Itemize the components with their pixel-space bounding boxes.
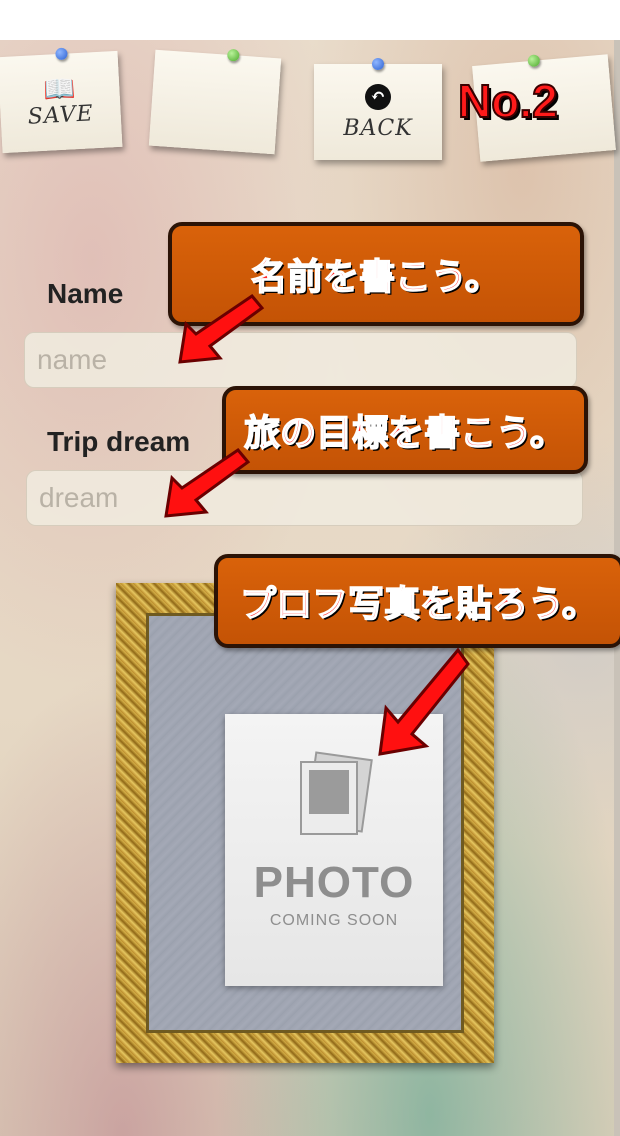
- photo-subtitle: COMING SOON: [269, 912, 399, 929]
- arrow-icon: [378, 647, 470, 756]
- save-label: SAVE: [27, 100, 95, 130]
- photo-stack-icon: [300, 751, 373, 835]
- book-icon: 📖: [42, 73, 77, 106]
- back-label: BACK: [343, 115, 413, 141]
- back-arrow-icon: ↶: [365, 83, 391, 110]
- photo-title: PHOTO: [253, 858, 415, 907]
- app-screen: 📖 SAVE ↶ BACK No.2 Name name Trip dream …: [0, 40, 620, 1136]
- name-field[interactable]: name: [24, 332, 577, 388]
- arrow-icon: [164, 447, 251, 518]
- name-hint-text: 名前を書こう。: [250, 256, 501, 299]
- back-button[interactable]: ↶ BACK: [314, 58, 442, 160]
- pin-icon: [372, 58, 384, 70]
- photo-hint-text: プロフ写真を貼ろう。: [239, 583, 598, 626]
- blank-note: [148, 48, 282, 155]
- page-number: No.2: [457, 74, 559, 128]
- arrow-icon: [178, 293, 265, 364]
- dream-hint-banner: 旅の目標を書こう。: [222, 386, 588, 474]
- dream-hint-text: 旅の目標を書こう。: [243, 412, 566, 455]
- pin-icon: [527, 54, 541, 68]
- name-label: Name: [47, 278, 124, 309]
- pin-icon: [55, 47, 68, 61]
- dream-field[interactable]: dream: [26, 470, 583, 526]
- photo-hint-banner: プロフ写真を貼ろう。: [214, 554, 620, 648]
- pin-icon: [226, 48, 240, 62]
- save-button[interactable]: 📖 SAVE: [0, 47, 123, 154]
